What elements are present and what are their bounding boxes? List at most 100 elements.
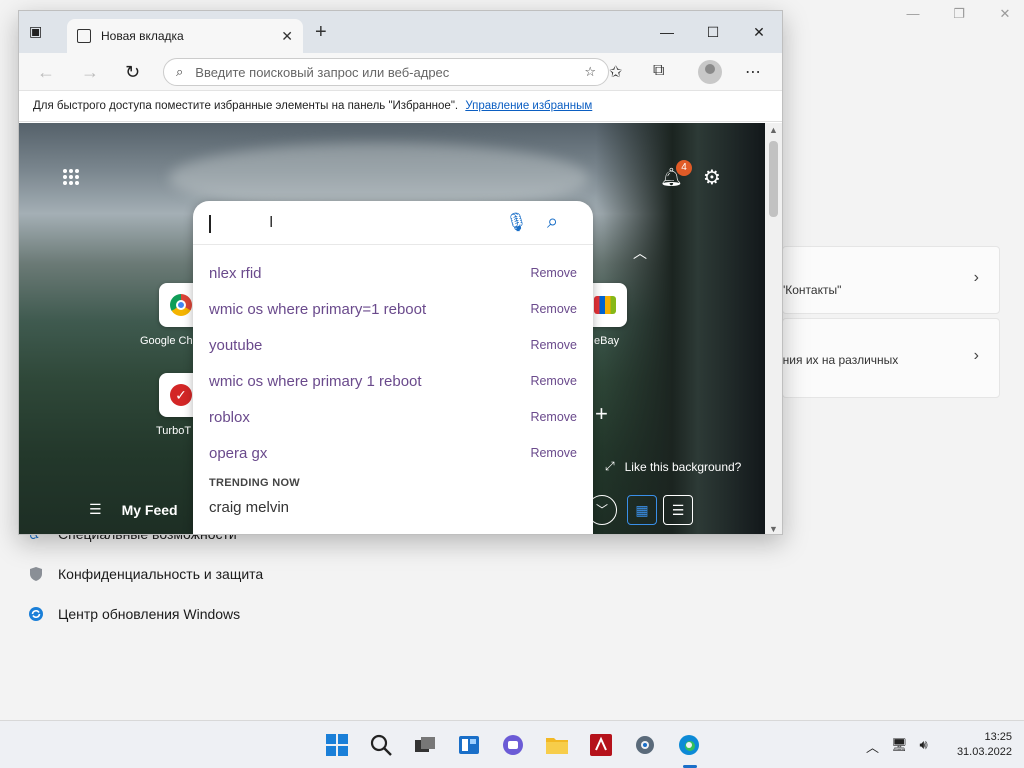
quick-link-label: TurboT — [156, 425, 192, 437]
close-icon[interactable]: ✕ — [736, 11, 782, 53]
edge-icon[interactable] — [677, 733, 701, 757]
search-icon[interactable]: ⌕ — [547, 211, 558, 234]
favorites-bar: Для быстрого доступа поместите избранные… — [19, 91, 782, 122]
scroll-up-icon[interactable]: ▲ — [769, 125, 778, 135]
remove-suggestion-button[interactable]: Remove — [530, 266, 577, 280]
forward-icon[interactable]: → — [81, 62, 99, 83]
manage-favorites-link[interactable]: Управление избранным — [465, 100, 592, 112]
nav-item-label: Конфиденциальность и защита — [58, 566, 264, 582]
add-favorite-icon[interactable]: ☆ — [584, 64, 596, 80]
suggestion-item[interactable]: roblox Remove — [193, 399, 593, 435]
layout-toggle: ▦ ☰ — [627, 495, 693, 525]
chevron-up-icon[interactable]: ︿ — [633, 243, 647, 263]
turbotax-icon: ✓ — [170, 384, 192, 406]
close-tab-icon[interactable]: ✕ — [281, 28, 293, 45]
grid-view-icon[interactable]: ▦ — [627, 495, 657, 525]
web-search-input[interactable]: I 🎙︎ ⌕ — [193, 201, 593, 245]
clock[interactable]: 13:25 31.03.2022 — [957, 730, 1012, 760]
volume-icon[interactable]: 🔊︎ — [920, 737, 928, 756]
page-settings-gear-icon[interactable]: ⚙ — [703, 165, 721, 190]
system-tray: ︿ 🖥︎ 🔊︎ — [866, 737, 928, 756]
like-background-link[interactable]: ⤢ Like this background? — [605, 459, 741, 474]
favorites-icon[interactable]: ✩ — [609, 62, 622, 82]
scroll-down-icon[interactable]: ▼ — [769, 524, 778, 534]
add-site-plus-icon[interactable]: + — [595, 401, 608, 427]
tab-bar: ▣ Новая вкладка ✕ + — ☐ ✕ — [19, 11, 782, 53]
my-feed-tab[interactable]: My Feed — [122, 502, 178, 518]
mouse-ibeam-cursor-icon: I — [269, 214, 274, 231]
tab-actions-icon[interactable]: ▣ — [29, 23, 51, 43]
task-view-icon[interactable] — [413, 733, 437, 757]
settings-card-text: "Контакты" — [781, 283, 842, 297]
shield-icon — [28, 566, 44, 582]
start-icon[interactable] — [325, 733, 349, 757]
minimize-icon[interactable]: — — [904, 6, 922, 22]
microphone-icon[interactable]: 🎙︎ — [505, 212, 528, 233]
new-tab-plus-icon[interactable]: + — [315, 22, 327, 42]
suggestion-text: wmic os where primary 1 reboot — [209, 372, 422, 390]
quick-link-label: Google Ch — [140, 335, 193, 347]
new-tab-favicon-icon — [77, 29, 91, 43]
remove-suggestion-button[interactable]: Remove — [530, 302, 577, 316]
feed-bar: ☰ My Feed — [89, 501, 178, 518]
settings-icon[interactable] — [633, 733, 657, 757]
foxit-icon[interactable] — [589, 733, 613, 757]
chat-icon[interactable] — [501, 733, 525, 757]
address-placeholder: Введите поисковый запрос или веб-адрес — [195, 64, 450, 80]
suggestion-item[interactable]: opera gx Remove — [193, 435, 593, 471]
text-cursor — [209, 215, 211, 233]
chevron-right-icon: › — [973, 269, 979, 286]
search-icon: ⌕ — [176, 64, 184, 79]
maximize-icon[interactable]: ❐ — [950, 6, 968, 22]
settings-card-text: ления их на различных — [769, 353, 899, 367]
suggestion-text: nlex rfid — [209, 264, 262, 282]
taskbar: ︿ 🖥︎ 🔊︎ 13:25 31.03.2022 — [0, 720, 1024, 768]
more-options-icon[interactable]: ⋯ — [745, 62, 761, 82]
suggestion-item[interactable]: wmic os where primary=1 reboot Remove — [193, 291, 593, 327]
profile-avatar[interactable] — [698, 60, 722, 84]
minimize-icon[interactable]: — — [644, 11, 690, 53]
nav-item-windows-update[interactable]: Центр обновления Windows — [28, 606, 240, 622]
vertical-scrollbar[interactable]: ▲ ▼ — [765, 123, 782, 534]
app-launcher-icon[interactable] — [63, 169, 79, 185]
suggestion-item[interactable]: youtube Remove — [193, 327, 593, 363]
file-explorer-icon[interactable] — [545, 733, 569, 757]
widgets-icon[interactable] — [457, 733, 481, 757]
settings-card-contacts[interactable]: "Контакты" › — [781, 246, 1000, 314]
network-icon[interactable]: 🖥︎ — [891, 737, 908, 756]
update-icon — [28, 606, 44, 622]
trending-item[interactable]: craig melvin — [209, 499, 289, 516]
nav-item-privacy[interactable]: Конфиденциальность и защита — [28, 566, 263, 582]
search-icon[interactable] — [369, 733, 393, 757]
suggestion-item[interactable]: nlex rfid Remove — [193, 255, 593, 291]
like-background-text: Like this background? — [624, 459, 742, 474]
remove-suggestion-button[interactable]: Remove — [530, 446, 577, 460]
nav-item-label: Центр обновления Windows — [58, 606, 241, 622]
close-icon[interactable]: ✕ — [996, 6, 1014, 22]
back-icon[interactable]: ← — [37, 62, 55, 83]
settings-card-devices[interactable]: ления их на различных › — [769, 318, 1000, 398]
suggestion-item[interactable]: wmic os where primary 1 reboot Remove — [193, 363, 593, 399]
tab-new-tab[interactable]: Новая вкладка ✕ — [67, 19, 303, 53]
hamburger-menu-icon[interactable]: ☰ — [89, 501, 102, 518]
list-view-icon[interactable]: ☰ — [663, 495, 693, 525]
collections-icon[interactable]: ⧉ — [653, 62, 664, 80]
edge-browser-window: ▣ Новая вкладка ✕ + — ☐ ✕ ← → ↻ ⌕ Введит… — [18, 10, 783, 535]
remove-suggestion-button[interactable]: Remove — [530, 410, 577, 424]
address-bar[interactable]: ⌕ Введите поисковый запрос или веб-адрес… — [163, 58, 609, 86]
chevron-up-icon[interactable]: ︿ — [866, 737, 879, 756]
maximize-icon[interactable]: ☐ — [690, 11, 736, 53]
suggestion-text: youtube — [209, 336, 263, 354]
quick-link-label: eBay — [594, 335, 620, 347]
refresh-icon[interactable]: ↻ — [125, 62, 140, 83]
scrollbar-thumb[interactable] — [769, 141, 778, 217]
notification-badge: 4 — [676, 160, 692, 176]
chrome-icon — [170, 294, 192, 316]
remove-suggestion-button[interactable]: Remove — [530, 338, 577, 352]
trending-header: TRENDING NOW — [209, 477, 300, 489]
suggestion-text: opera gx — [209, 444, 268, 462]
ebay-icon — [594, 296, 616, 314]
search-dropdown: I 🎙︎ ⌕ nlex rfid Remove wmic os where pr… — [193, 201, 593, 534]
browser-window-controls: — ☐ ✕ — [644, 11, 782, 53]
remove-suggestion-button[interactable]: Remove — [530, 374, 577, 388]
